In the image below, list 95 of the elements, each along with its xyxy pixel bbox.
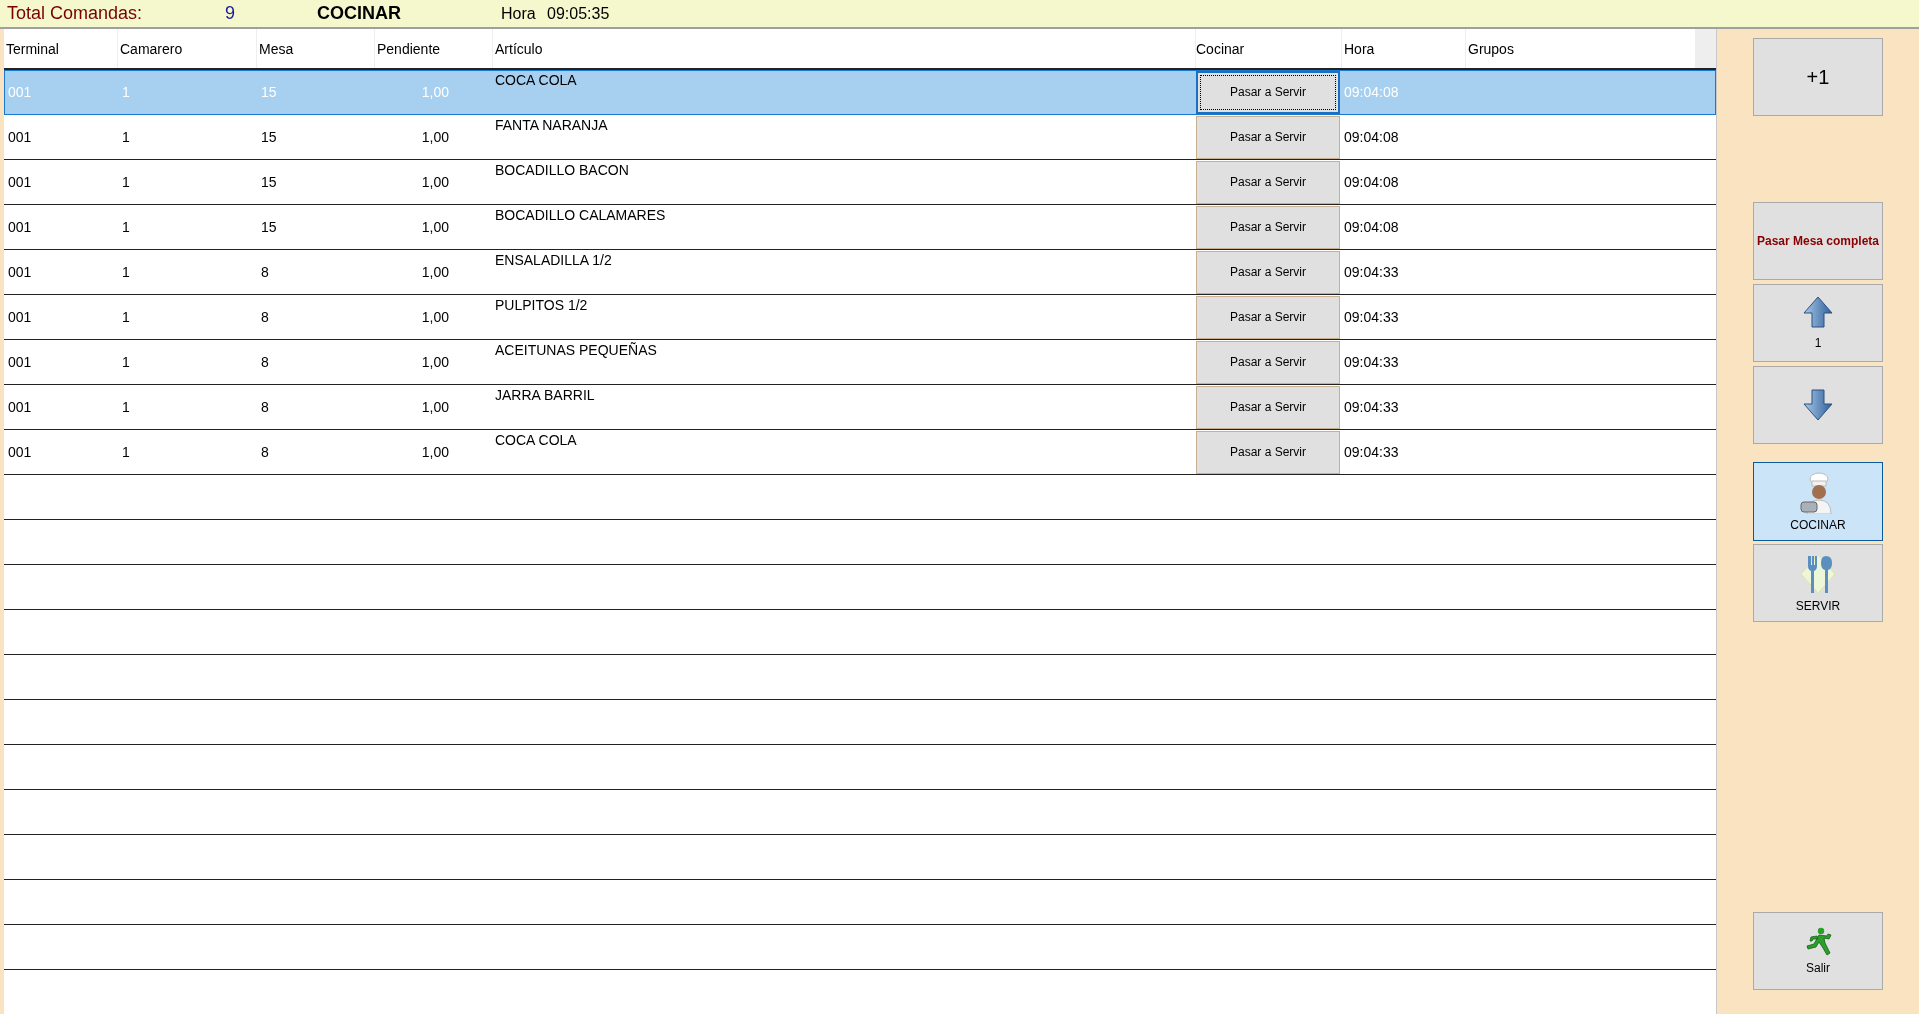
table-cell: 001 — [8, 354, 32, 370]
table-cell: 1 — [122, 219, 130, 235]
table-cell: 1,00 — [421, 219, 449, 235]
table-cell: 1,00 — [421, 399, 449, 415]
serve-button[interactable]: Pasar a Servir — [1196, 205, 1340, 249]
table-cell: 1 — [122, 309, 130, 325]
serve-button[interactable]: Pasar a Servir — [1196, 115, 1340, 159]
table-cell: 09:04:08 — [1344, 129, 1399, 145]
scrollbar-corner — [1696, 29, 1716, 68]
table-cell: 1,00 — [421, 129, 449, 145]
serve-tab[interactable]: SERVIR — [1753, 544, 1883, 622]
exit-button[interactable]: Salir — [1753, 912, 1883, 990]
table-row[interactable]: 001 1 15 1,00 BOCADILLO BACON Pasar a Servir 09:04:08 — [4, 160, 1716, 205]
column-header: Mesa — [257, 29, 375, 68]
column-header: Artículo — [493, 29, 1196, 68]
table-cell: 1 — [122, 354, 130, 370]
table-cell: 001 — [8, 129, 32, 145]
scroll-down-button[interactable] — [1753, 366, 1883, 444]
table-cell: 8 — [261, 309, 269, 325]
serve-button[interactable]: Pasar a Servir — [1196, 385, 1340, 429]
table-cell: FANTA NARANJA — [495, 117, 608, 133]
table-cell: 09:04:08 — [1344, 174, 1399, 190]
table-cell: BOCADILLO CALAMARES — [495, 207, 666, 223]
table-cell: 1,00 — [421, 354, 449, 370]
cook-tab[interactable]: COCINAR — [1753, 462, 1883, 541]
table-cell: 1 — [122, 84, 130, 100]
column-header: Camarero — [118, 29, 257, 68]
table-cell: 8 — [261, 444, 269, 460]
table-cell: 001 — [8, 174, 32, 190]
total-value: 9 — [225, 3, 236, 24]
table-cell: 1,00 — [421, 264, 449, 280]
table-cell: 15 — [261, 129, 277, 145]
table-cell: 1,00 — [421, 84, 449, 100]
table-cell: 1 — [122, 174, 130, 190]
serve-button[interactable]: Pasar a Servir — [1196, 340, 1340, 384]
table-row[interactable]: 001 1 8 1,00 JARRA BARRIL Pasar a Servir 09:04:33 — [4, 385, 1716, 430]
serve-button[interactable]: Pasar a Servir — [1196, 250, 1340, 294]
table-cell: 1,00 — [421, 444, 449, 460]
table-cell: 1 — [122, 399, 130, 415]
column-header: Hora — [1342, 29, 1466, 68]
serve-button[interactable]: Pasar a Servir — [1196, 430, 1340, 474]
table-row[interactable]: 001 1 15 1,00 BOCADILLO CALAMARES Pasar a Servir 09:04:08 — [4, 205, 1716, 250]
running-person-icon — [1803, 927, 1833, 957]
column-header: Cocinar — [1196, 29, 1342, 68]
table-row[interactable]: 001 1 8 1,00 COCA COLA Pasar a Servir 09:04:33 — [4, 430, 1716, 475]
table-cell: 15 — [261, 174, 277, 190]
mode-title: COCINAR — [317, 3, 402, 24]
table-cell: 001 — [8, 399, 32, 415]
table-cell: 09:04:08 — [1344, 219, 1399, 235]
table-cell: 001 — [8, 219, 32, 235]
table-cell: 09:04:33 — [1344, 444, 1399, 460]
table-cell: 1,00 — [421, 174, 449, 190]
table-cell: 15 — [261, 84, 277, 100]
table-cell: 09:04:33 — [1344, 264, 1399, 280]
table-cell: 8 — [261, 264, 269, 280]
table-cell: COCA COLA — [495, 72, 577, 88]
table-cell: COCA COLA — [495, 432, 577, 448]
table-cell: 09:04:08 — [1344, 84, 1399, 100]
table-cell: 001 — [8, 309, 32, 325]
up-arrow-icon — [1803, 296, 1833, 328]
full-table-button[interactable]: Pasar Mesa completa — [1753, 202, 1883, 280]
table-cell: 8 — [261, 354, 269, 370]
table-cell: 8 — [261, 399, 269, 415]
serve-button[interactable]: Pasar a Servir — [1196, 160, 1340, 204]
table-cell: BOCADILLO BACON — [495, 162, 629, 178]
table-row[interactable]: 001 1 15 1,00 FANTA NARANJA Pasar a Servir 09:04:08 — [4, 115, 1716, 160]
table-row[interactable]: 001 1 15 1,00 COCA COLA Pasar a Servir 09:04:08 — [4, 70, 1716, 115]
serve-button[interactable]: Pasar a Servir — [1196, 70, 1340, 114]
total-label: Total Comandas: — [7, 3, 144, 24]
serve-button[interactable]: Pasar a Servir — [1196, 295, 1340, 339]
column-header: Terminal — [4, 29, 118, 68]
column-header: Pendiente — [375, 29, 493, 68]
table-row[interactable]: 001 1 8 1,00 ACEITUNAS PEQUEÑAS Pasar a Servir 09:04:33 — [4, 340, 1716, 385]
table-row[interactable]: 001 1 8 1,00 ENSALADILLA 1/2 Pasar a Servir 09:04:33 — [4, 250, 1716, 295]
table-cell: 001 — [8, 84, 32, 100]
table-cell: 1,00 — [421, 309, 449, 325]
table-cell: JARRA BARRIL — [495, 387, 595, 403]
clock-time: 09:05:35 — [547, 4, 610, 23]
table-cell: 001 — [8, 264, 32, 280]
table-cell: 001 — [8, 444, 32, 460]
table-cell: 09:04:33 — [1344, 354, 1399, 370]
table-cell: 1 — [122, 264, 130, 280]
plus-one-button[interactable]: +1 — [1753, 38, 1883, 116]
table-cell: ACEITUNAS PEQUEÑAS — [495, 342, 657, 358]
table-cell: 1 — [122, 129, 130, 145]
table-row[interactable]: 001 1 8 1,00 PULPITOS 1/2 Pasar a Servir 09:04:33 — [4, 295, 1716, 340]
table-cell: 09:04:33 — [1344, 399, 1399, 415]
scroll-up-button[interactable]: 1 — [1753, 284, 1883, 362]
table-cell: 15 — [261, 219, 277, 235]
table-cell: ENSALADILLA 1/2 — [495, 252, 612, 268]
table-cell: 09:04:33 — [1344, 309, 1399, 325]
time-label: Hora — [501, 4, 537, 23]
down-arrow-icon — [1803, 389, 1833, 421]
table-cell: PULPITOS 1/2 — [495, 297, 588, 313]
table-cell: 1 — [122, 444, 130, 460]
